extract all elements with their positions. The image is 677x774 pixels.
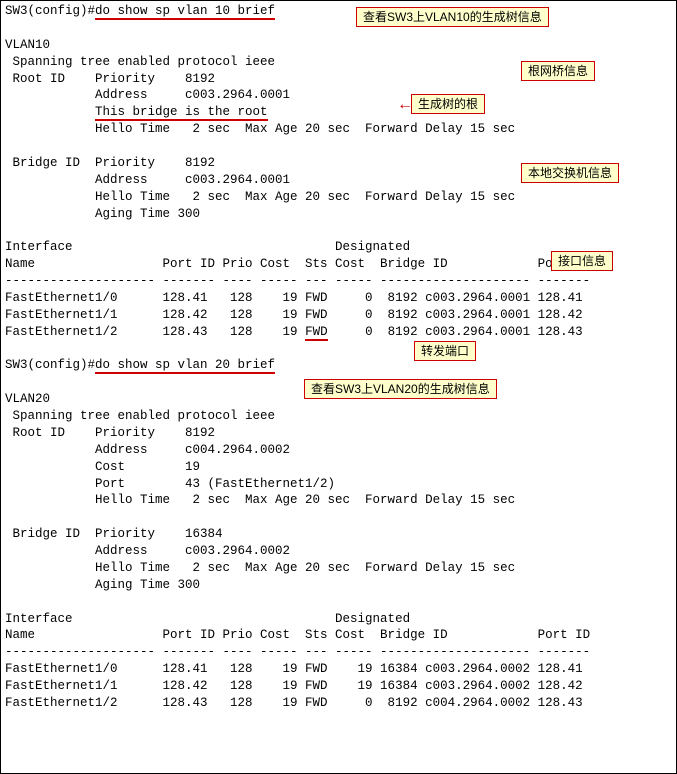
label-root-of-tree: 生成树的根 — [411, 94, 485, 114]
vlan20-proto: Spanning tree enabled protocol ieee — [5, 409, 275, 423]
vlan10-root-thisbridge-pfx — [5, 105, 95, 119]
vlan20-bridge-address: Address c003.2964.0002 — [5, 544, 290, 558]
vlan20-root-hello: Hello Time 2 sec Max Age 20 sec Forward … — [5, 493, 515, 507]
vlan20-table-sep: -------------------- ------- ---- ----- … — [5, 645, 590, 659]
table-row: FastEthernet1/1 128.42 128 19 FWD 19 163… — [5, 679, 583, 693]
label-interface-info: 接口信息 — [551, 251, 613, 271]
cli-block: SW3(config)#do show sp vlan 10 brief VLA… — [1, 1, 676, 714]
vlan20-table-hdr2: Name Port ID Prio Cost Sts Cost Bridge I… — [5, 628, 590, 642]
vlan10-root-address: Address c003.2964.0001 — [5, 88, 290, 102]
vlan10-bridge-priority: Bridge ID Priority 8192 — [5, 156, 215, 170]
table-row: FastEthernet1/2 128.43 128 19 — [5, 325, 305, 339]
vlan10-root-hello: Hello Time 2 sec Max Age 20 sec Forward … — [5, 122, 515, 136]
vlan10-table-hdr2: Name Port ID Prio Cost Sts Cost Bridge I… — [5, 257, 590, 271]
table-row: FastEthernet1/1 128.42 128 19 FWD 0 8192… — [5, 308, 583, 322]
label-forward-port: 转发端口 — [414, 341, 476, 361]
table-row: FastEthernet1/2 128.43 128 19 FWD 0 8192… — [5, 696, 583, 710]
label-root-bridge-info: 根网桥信息 — [521, 61, 595, 81]
label-view-vlan20: 查看SW3上VLAN20的生成树信息 — [304, 379, 497, 399]
vlan10-root-thisbridge: This bridge is the root — [95, 105, 268, 121]
vlan10-root-priority: Root ID Priority 8192 — [5, 72, 215, 86]
vlan10-table-sep: -------------------- ------- ---- ----- … — [5, 274, 590, 288]
vlan10-bridge-address: Address c003.2964.0001 — [5, 173, 290, 187]
table-row: 0 8192 c003.2964.0001 128.43 — [328, 325, 583, 339]
terminal-output: SW3(config)#do show sp vlan 10 brief VLA… — [0, 0, 677, 774]
vlan10-proto: Spanning tree enabled protocol ieee — [5, 55, 275, 69]
vlan20-bridge-aging: Aging Time 300 — [5, 578, 200, 592]
vlan20-root-port: Port 43 (FastEthernet1/2) — [5, 477, 335, 491]
vlan20-root-priority: Root ID Priority 8192 — [5, 426, 215, 440]
label-local-switch-info: 本地交换机信息 — [521, 163, 619, 183]
command-text: do show sp vlan 10 brief — [95, 4, 275, 20]
vlan20-table-hdr1: Interface Designated — [5, 612, 410, 626]
vlan10-name: VLAN10 — [5, 38, 50, 52]
vlan20-root-address: Address c004.2964.0002 — [5, 443, 290, 457]
vlan20-name: VLAN20 — [5, 392, 50, 406]
vlan20-bridge-priority: Bridge ID Priority 16384 — [5, 527, 223, 541]
prompt: SW3(config)# — [5, 4, 95, 18]
table-row: FastEthernet1/0 128.41 128 19 FWD 19 163… — [5, 662, 583, 676]
label-view-vlan10: 查看SW3上VLAN10的生成树信息 — [356, 7, 549, 27]
vlan20-root-cost: Cost 19 — [5, 460, 200, 474]
vlan10-bridge-aging: Aging Time 300 — [5, 207, 200, 221]
vlan10-bridge-hello: Hello Time 2 sec Max Age 20 sec Forward … — [5, 190, 515, 204]
fwd-cell: FWD — [305, 325, 328, 341]
command-text: do show sp vlan 20 brief — [95, 358, 275, 374]
vlan10-table-hdr1: Interface Designated — [5, 240, 410, 254]
vlan20-bridge-hello: Hello Time 2 sec Max Age 20 sec Forward … — [5, 561, 515, 575]
prompt: SW3(config)# — [5, 358, 95, 372]
arrow-left-icon: ← — [397, 97, 413, 113]
table-row: FastEthernet1/0 128.41 128 19 FWD 0 8192… — [5, 291, 583, 305]
